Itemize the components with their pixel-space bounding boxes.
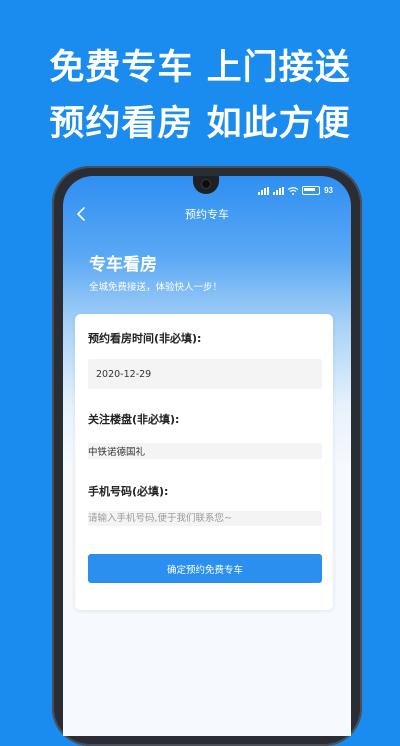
visit-time-label: 预约看房时间(非必填): [88,332,202,345]
page-title: 预约专车 [185,208,229,221]
submit-booking-button[interactable]: 确定预约免费专车 [88,554,322,583]
app-screen: 93 预约专车 专车看房 全城免费接送，体验快人一步！ 预约看房时间(非必填):… [63,176,351,736]
building-label: 关注楼盘(非必填): [88,413,180,426]
promo-headline-1: 免费专车 上门接送 [49,48,351,88]
phone-field[interactable] [88,511,322,526]
battery-percent: 93 [324,186,333,195]
hero-subtitle: 全城免费接送，体验快人一步！ [89,282,223,293]
nav-bar: 预约专车 [63,200,351,228]
building-field[interactable] [88,443,322,459]
promo-headline-2: 预约看房 如此方便 [49,104,351,144]
battery-icon [302,186,321,195]
wifi-icon [288,186,299,195]
booking-form-card: 预约看房时间(非必填): 关注楼盘(非必填): 手机号码(必填): 确定预约免费… [75,314,333,610]
status-bar: 93 [258,186,333,195]
hero-title: 专车看房 [89,255,157,275]
signal-icon [258,186,270,195]
phone-label: 手机号码(必填): [88,485,169,498]
signal-icon [273,186,285,195]
visit-time-field[interactable] [88,359,322,389]
